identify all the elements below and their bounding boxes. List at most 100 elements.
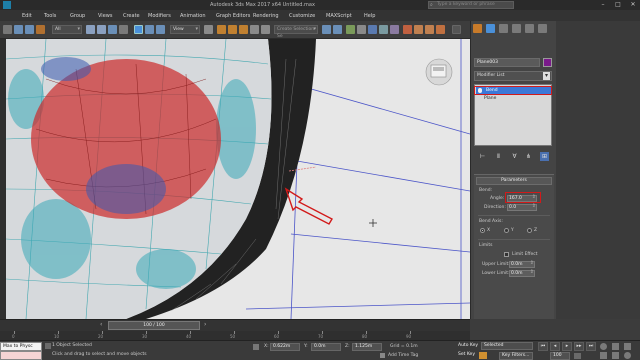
upper-limit-spinner[interactable]: 0.0m bbox=[509, 261, 535, 268]
time-configuration-icon[interactable] bbox=[574, 353, 581, 359]
scale-icon[interactable] bbox=[156, 25, 165, 34]
viewcube-icon[interactable] bbox=[425, 58, 453, 86]
menu-maxscript[interactable]: MAXScript bbox=[326, 13, 352, 19]
motion-tab-icon[interactable] bbox=[512, 24, 521, 33]
x-coordinate-field[interactable]: 0.622m bbox=[270, 343, 300, 351]
selection-filter-dropdown[interactable]: All bbox=[52, 25, 82, 34]
stack-item-plane[interactable]: Plane bbox=[476, 95, 551, 102]
mirror-icon[interactable] bbox=[322, 25, 331, 34]
zoom-extents-icon[interactable] bbox=[624, 343, 631, 350]
field-of-view-icon[interactable] bbox=[600, 352, 607, 359]
scroll-left-icon[interactable]: ‹ bbox=[100, 321, 102, 328]
key-icon[interactable] bbox=[479, 352, 487, 359]
object-color-swatch[interactable] bbox=[543, 58, 552, 67]
limit-effect-checkbox[interactable] bbox=[504, 252, 509, 257]
layer-explorer-icon[interactable] bbox=[357, 25, 366, 34]
pan-view-icon[interactable] bbox=[612, 352, 619, 359]
region-select-icon[interactable] bbox=[108, 25, 117, 34]
parameters-rollout-header[interactable]: Parameters bbox=[476, 177, 552, 185]
move-icon[interactable] bbox=[134, 25, 143, 34]
menu-views[interactable]: Views bbox=[98, 13, 112, 19]
ribbon-icon[interactable] bbox=[368, 25, 377, 34]
direction-spinner[interactable]: 0.0 bbox=[507, 204, 537, 211]
time-slider[interactable]: 100 / 100 bbox=[108, 321, 200, 330]
key-filters-button[interactable]: Key Filters... bbox=[499, 352, 533, 360]
maxscript-listener[interactable]: Max to Physc bbox=[0, 342, 42, 351]
pivot-center-icon[interactable] bbox=[204, 25, 213, 34]
set-key-button[interactable]: Set Key bbox=[458, 351, 475, 359]
edit-named-selection-icon[interactable] bbox=[261, 25, 270, 34]
align-icon[interactable] bbox=[333, 25, 342, 34]
schematic-view-icon[interactable] bbox=[390, 25, 399, 34]
time-tag-icon[interactable] bbox=[380, 353, 385, 358]
menu-create[interactable]: Create bbox=[123, 13, 140, 19]
lock-icon[interactable] bbox=[253, 344, 259, 350]
modifier-list-dropdown[interactable]: Modifier List bbox=[474, 71, 552, 81]
y-coordinate-field[interactable]: 0.0m bbox=[311, 343, 341, 351]
menu-help[interactable]: Help bbox=[364, 13, 375, 19]
configure-modifier-sets-icon[interactable]: ⊞ bbox=[540, 152, 549, 161]
select-object-icon[interactable] bbox=[86, 25, 95, 34]
current-frame-field[interactable]: 100 bbox=[550, 352, 570, 360]
rendered-frame-window-icon[interactable] bbox=[425, 25, 434, 34]
snap-toggle-icon[interactable] bbox=[217, 25, 226, 34]
remove-modifier-icon[interactable]: ⋔ bbox=[524, 152, 533, 161]
utilities-tab-icon[interactable] bbox=[538, 24, 547, 33]
spinner-snap-icon[interactable] bbox=[250, 25, 259, 34]
window-crossing-icon[interactable] bbox=[119, 25, 128, 34]
render-production-icon[interactable] bbox=[436, 25, 445, 34]
create-tab-icon[interactable] bbox=[473, 24, 482, 33]
perspective-viewport[interactable] bbox=[6, 39, 470, 319]
hierarchy-tab-icon[interactable] bbox=[499, 24, 508, 33]
rotate-icon[interactable] bbox=[145, 25, 154, 34]
zoom-icon[interactable] bbox=[600, 343, 607, 350]
lower-limit-spinner[interactable]: 0.0m bbox=[509, 270, 535, 277]
bind-space-warp-icon[interactable] bbox=[36, 25, 45, 34]
unlink-icon[interactable] bbox=[25, 25, 34, 34]
pin-stack-icon[interactable]: ⊢ bbox=[478, 152, 487, 161]
menu-customize[interactable]: Customize bbox=[289, 13, 315, 19]
menu-graph-editors[interactable]: Graph Editors bbox=[216, 13, 250, 19]
menu-modifiers[interactable]: Modifiers bbox=[148, 13, 171, 19]
axis-y-radio[interactable] bbox=[504, 228, 509, 233]
previous-frame-icon[interactable]: ◂ bbox=[550, 342, 560, 351]
display-tab-icon[interactable] bbox=[525, 24, 534, 33]
add-time-tag[interactable]: Add Time Tag bbox=[388, 353, 418, 358]
named-selection-set-dropdown[interactable]: Create Selection Se bbox=[274, 25, 318, 39]
expand-toolbar-icon[interactable] bbox=[452, 25, 461, 34]
go-to-start-icon[interactable]: ⏮ bbox=[538, 342, 548, 351]
app-logo-icon[interactable] bbox=[3, 1, 11, 9]
axis-z-radio[interactable] bbox=[527, 228, 532, 233]
show-end-result-icon[interactable]: Ⅱ bbox=[494, 152, 503, 161]
key-mode-dropdown[interactable]: Selected bbox=[481, 342, 533, 350]
menu-animation[interactable]: Animation bbox=[180, 13, 206, 19]
percent-snap-icon[interactable] bbox=[239, 25, 248, 34]
menu-edit[interactable]: Edit bbox=[22, 13, 32, 19]
scroll-right-icon[interactable]: › bbox=[204, 321, 206, 328]
go-to-end-icon[interactable]: ⏭ bbox=[586, 342, 596, 351]
menu-group[interactable]: Group bbox=[70, 13, 85, 19]
play-icon[interactable]: ▸ bbox=[562, 342, 572, 351]
select-by-name-icon[interactable] bbox=[97, 25, 106, 34]
link-icon[interactable] bbox=[14, 25, 23, 34]
axis-x-radio[interactable] bbox=[480, 228, 485, 233]
modify-tab-icon[interactable] bbox=[486, 24, 495, 33]
time-slider-track[interactable]: 100 / 100 ‹ › bbox=[0, 319, 470, 331]
menu-rendering[interactable]: Rendering bbox=[253, 13, 279, 19]
minimize-icon[interactable]: – bbox=[596, 0, 610, 10]
next-frame-icon[interactable]: ▸▸ bbox=[574, 342, 584, 351]
scene-explorer-icon[interactable] bbox=[346, 25, 355, 34]
menu-tools[interactable]: Tools bbox=[44, 13, 56, 19]
orbit-icon[interactable] bbox=[624, 352, 631, 359]
z-coordinate-field[interactable]: 1.125m bbox=[352, 343, 382, 351]
curve-editor-icon[interactable] bbox=[379, 25, 388, 34]
render-setup-icon[interactable] bbox=[414, 25, 423, 34]
track-bar[interactable]: 0 10 20 30 40 50 60 70 80 90 bbox=[0, 331, 470, 340]
maxscript-output[interactable] bbox=[0, 351, 42, 360]
object-name-field[interactable]: Plane003 bbox=[474, 58, 540, 67]
material-editor-icon[interactable] bbox=[403, 25, 412, 34]
selection-lock-icon[interactable] bbox=[45, 343, 51, 349]
reference-coordinate-dropdown[interactable]: View bbox=[170, 25, 200, 34]
zoom-all-icon[interactable] bbox=[612, 343, 619, 350]
close-icon[interactable]: ✕ bbox=[626, 0, 640, 10]
